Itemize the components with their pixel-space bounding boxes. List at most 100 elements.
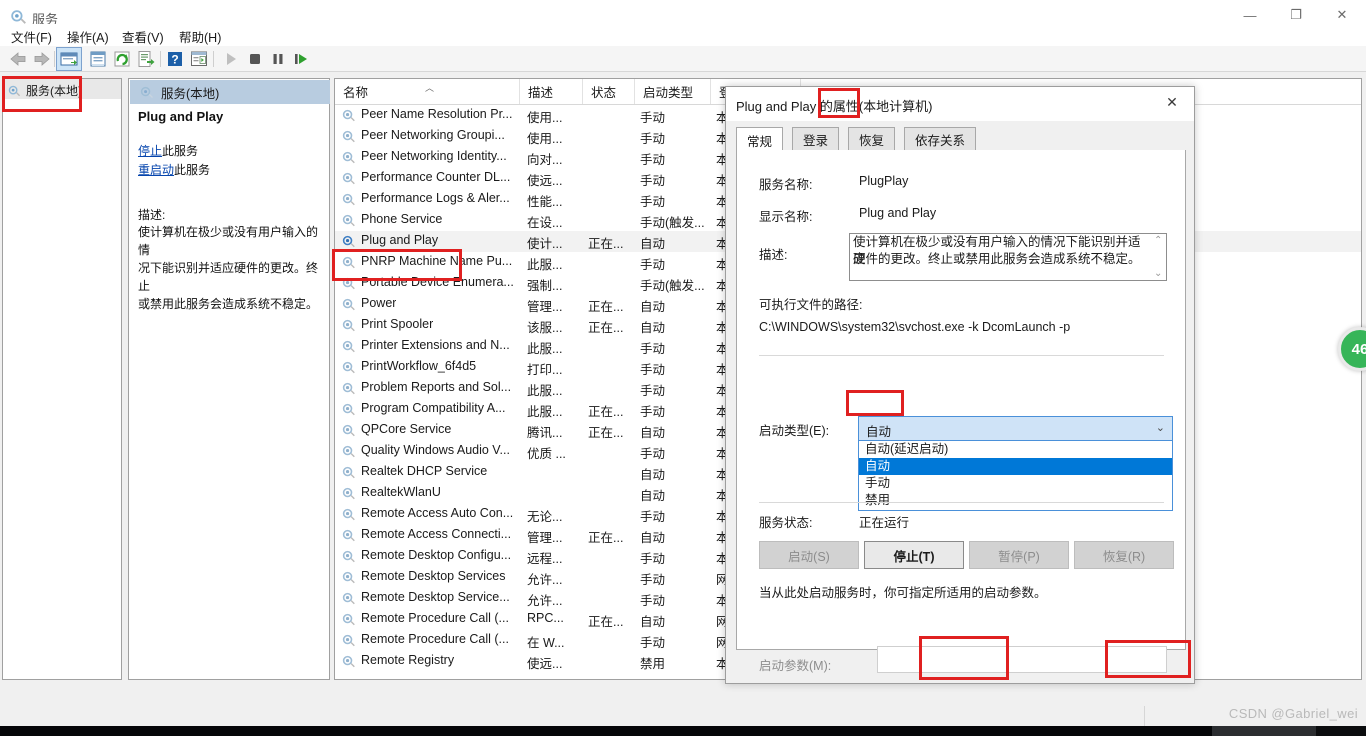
cell-desc: 使计...: [527, 237, 563, 251]
description-scrollbar[interactable]: ⌃ ⌄: [1151, 234, 1166, 280]
service-gear-icon: [342, 445, 355, 458]
stop-service-link-suffix: 此服务: [162, 144, 199, 158]
pause-button[interactable]: 暂停(P): [969, 541, 1069, 569]
menu-view[interactable]: 查看(V): [120, 27, 166, 46]
service-gear-icon: [342, 214, 355, 227]
cell-desc: 无论...: [527, 510, 563, 524]
detail-pane-header-label: 服务(本地): [161, 86, 220, 101]
cell-name: Problem Reports and Sol...: [361, 380, 512, 394]
cell-desc: 在 W...: [527, 636, 565, 650]
cell-name: Remote Procedure Call (...: [361, 611, 509, 625]
stop-button[interactable]: 停止(T): [864, 541, 964, 569]
startup-option-manual[interactable]: 手动: [859, 475, 1172, 492]
cell-name: Remote Access Auto Con...: [361, 506, 514, 520]
stop-service-icon[interactable]: [245, 49, 265, 69]
startup-type-value: 自动: [866, 425, 892, 439]
show-hide-tree-icon[interactable]: [59, 49, 79, 69]
dialog-tab-recovery[interactable]: 恢复: [848, 127, 896, 151]
service-gear-icon: [342, 592, 355, 605]
startup-option-auto-delayed[interactable]: 自动(延迟启动): [859, 441, 1172, 458]
startup-option-disabled[interactable]: 禁用: [859, 492, 1172, 509]
column-header-name[interactable]: 名称 ︿: [335, 79, 520, 104]
console-tree-pane: 服务(本地): [2, 78, 122, 680]
description-textbox[interactable]: 使计算机在极少或没有用户输入的情况下能识别并适应 硬件的更改。终止或禁用此服务会…: [849, 233, 1167, 281]
dialog-tab-general[interactable]: 常规: [736, 127, 784, 152]
dialog-tab-logon[interactable]: 登录: [792, 127, 840, 151]
stop-service-link[interactable]: 停止此服务: [138, 142, 322, 161]
service-detail-pane: 服务(本地) Plug and Play 停止此服务 重启动此服务 描述: 使计…: [128, 78, 330, 680]
service-gear-icon: [342, 613, 355, 626]
restart-service-link-text: 重启动: [138, 163, 175, 177]
restart-service-link[interactable]: 重启动此服务: [138, 161, 322, 180]
dialog-tab-dependencies[interactable]: 依存关系: [904, 127, 977, 151]
service-status-value: 正在运行: [859, 516, 910, 530]
restart-service-icon[interactable]: [291, 49, 311, 69]
column-header-description[interactable]: 描述: [520, 79, 583, 104]
cell-status: 正在...: [588, 237, 624, 251]
export-list-icon[interactable]: [136, 49, 156, 69]
cell-desc: 使远...: [527, 657, 563, 671]
start-service-icon[interactable]: [221, 49, 241, 69]
cell-name: Remote Access Connecti...: [361, 527, 512, 541]
startup-params-input[interactable]: [877, 646, 1167, 673]
cell-startup: 自动: [640, 531, 666, 545]
cell-startup: 手动: [640, 405, 666, 419]
forward-arrow-icon[interactable]: [32, 49, 52, 69]
dialog-close-icon[interactable]: ✕: [1150, 87, 1194, 117]
column-header-startup-type[interactable]: 启动类型: [635, 79, 711, 104]
startup-type-dropdown-list[interactable]: 自动(延迟启动) 自动 手动 禁用: [858, 441, 1173, 511]
cell-name: Peer Networking Groupi...: [361, 128, 505, 142]
menu-file[interactable]: 文件(F): [9, 27, 54, 46]
startup-option-auto[interactable]: 自动: [859, 458, 1172, 475]
dialog-title: Plug and Play 的属性(本地计算机): [736, 99, 933, 114]
startup-type-combobox[interactable]: 自动 ⌄: [858, 416, 1173, 441]
cell-name: Performance Counter DL...: [361, 170, 511, 184]
cell-startup: 手动: [640, 594, 666, 608]
cell-name: Quality Windows Audio V...: [361, 443, 510, 457]
service-gear-icon: [342, 361, 355, 374]
cell-desc: 强制...: [527, 279, 563, 293]
service-gear-icon: [342, 235, 355, 248]
startup-type-label: 启动类型(E):: [759, 424, 830, 438]
show-console-tree-icon[interactable]: [189, 49, 209, 69]
back-arrow-icon[interactable]: [8, 49, 28, 69]
column-header-status[interactable]: 状态: [583, 79, 635, 104]
column-header-name-label: 名称: [343, 86, 369, 100]
service-gear-icon: [342, 508, 355, 521]
cell-name: Performance Logs & Aler...: [361, 191, 510, 205]
start-button[interactable]: 启动(S): [759, 541, 859, 569]
refresh-icon[interactable]: [112, 49, 132, 69]
service-gear-icon: [342, 172, 355, 185]
cell-startup: 手动(触发...: [640, 279, 705, 293]
scroll-up-icon[interactable]: ⌃: [1154, 235, 1162, 246]
cell-desc: 使用...: [527, 111, 563, 125]
detail-description-line-1: 使计算机在极少或没有用户输入的情: [138, 225, 319, 257]
chevron-down-icon[interactable]: ⌄: [1156, 421, 1165, 434]
service-gear-icon: [342, 277, 355, 290]
cell-startup: 自动: [640, 426, 666, 440]
cell-status: 正在...: [588, 405, 624, 419]
detail-pane-body: Plug and Play 停止此服务 重启动此服务 描述: 使计算机在极少或没…: [129, 109, 331, 313]
detail-pane-header: 服务(本地): [130, 80, 330, 104]
statusbar-divider: [1144, 706, 1145, 726]
help-icon[interactable]: ?: [165, 49, 185, 69]
menu-help[interactable]: 帮助(H): [177, 27, 223, 46]
service-gear-icon: [342, 550, 355, 563]
scroll-down-icon[interactable]: ⌄: [1154, 268, 1162, 279]
toolbar: ?: [0, 46, 1366, 72]
executable-path-value: C:\WINDOWS\system32\svchost.exe -k DcomL…: [759, 320, 1071, 334]
watermark-text: CSDN @Gabriel_wei: [1228, 706, 1358, 721]
cell-startup: 手动: [640, 636, 666, 650]
cell-name: Print Spooler: [361, 317, 434, 331]
column-header-startup-type-label: 启动类型: [643, 86, 694, 100]
service-gear-icon: [342, 319, 355, 332]
cell-startup: 自动: [640, 615, 666, 629]
service-gear-icon: [342, 529, 355, 542]
properties-icon[interactable]: [88, 49, 108, 69]
cell-name: Peer Name Resolution Pr...: [361, 107, 513, 121]
menu-action[interactable]: 操作(A): [65, 27, 111, 46]
cell-name: Program Compatibility A...: [361, 401, 506, 415]
resume-button[interactable]: 恢复(R): [1074, 541, 1174, 569]
pause-service-icon[interactable]: [268, 49, 288, 69]
tree-node-services-local[interactable]: 服务(本地): [7, 82, 82, 99]
